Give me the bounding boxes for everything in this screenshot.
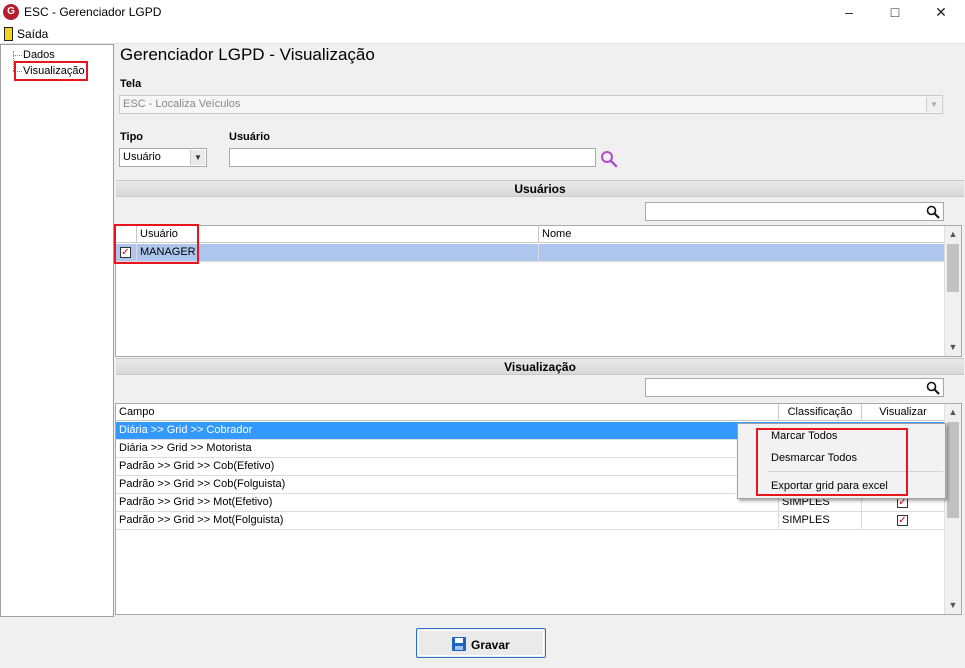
highlight-box bbox=[114, 224, 199, 264]
tree-item-dados[interactable]: Dados bbox=[23, 49, 55, 61]
cell-campo: Padrão >> Grid >> Cob(Efetivo) bbox=[116, 458, 779, 476]
menu-exit[interactable]: Saída bbox=[17, 27, 48, 41]
usuarios-search-input[interactable] bbox=[645, 202, 944, 221]
app-logo-icon: G bbox=[3, 4, 19, 20]
scroll-down-icon[interactable]: ▼ bbox=[945, 597, 961, 614]
visualizacao-search-input[interactable] bbox=[645, 378, 944, 397]
visualizacao-section-header: Visualização bbox=[116, 358, 964, 375]
search-icon[interactable] bbox=[926, 205, 940, 219]
vertical-scrollbar[interactable]: ▲ ▼ bbox=[944, 226, 961, 356]
window-title: ESC - Gerenciador LGPD bbox=[24, 5, 162, 19]
cell-campo: Padrão >> Grid >> Mot(Folguista) bbox=[116, 512, 779, 530]
scroll-up-icon[interactable]: ▲ bbox=[945, 226, 961, 243]
scroll-thumb[interactable] bbox=[947, 422, 959, 518]
usuarios-grid: Usuário Nome ✓ MANAGER ▲ ▼ bbox=[115, 225, 962, 357]
search-icon[interactable] bbox=[926, 381, 940, 395]
usuarios-section-header: Usuários bbox=[116, 180, 964, 197]
tela-label: Tela bbox=[120, 78, 142, 90]
page-title: Gerenciador LGPD - Visualização bbox=[120, 45, 375, 64]
tipo-select-value: Usuário bbox=[123, 151, 161, 163]
vertical-scrollbar[interactable]: ▲ ▼ bbox=[944, 404, 961, 614]
tree-item-visualizacao[interactable]: Visualização bbox=[23, 65, 85, 77]
cell-campo: Padrão >> Grid >> Mot(Efetivo) bbox=[116, 494, 779, 512]
search-icon[interactable] bbox=[600, 150, 618, 168]
checkbox[interactable]: ✓ bbox=[897, 515, 908, 526]
scroll-down-icon[interactable]: ▼ bbox=[945, 339, 961, 356]
cell-visualizar: ✓ bbox=[862, 512, 945, 530]
exit-door-icon bbox=[4, 27, 13, 41]
maximize-button[interactable]: □ bbox=[872, 0, 918, 25]
grid-header-classificacao[interactable]: Classificação bbox=[779, 404, 862, 421]
tela-select[interactable]: ESC - Localiza Veículos ▼ bbox=[119, 95, 943, 114]
cell-nome bbox=[539, 244, 945, 262]
grid-header-visualizar[interactable]: Visualizar bbox=[862, 404, 945, 421]
usuario-label: Usuário bbox=[229, 131, 270, 143]
table-row[interactable]: ✓ MANAGER bbox=[116, 244, 945, 262]
cell-campo: Diária >> Grid >> Motorista bbox=[116, 440, 779, 458]
tipo-label: Tipo bbox=[120, 131, 144, 143]
scroll-up-icon[interactable]: ▲ bbox=[945, 404, 961, 421]
grid-header-nome[interactable]: Nome bbox=[539, 226, 945, 243]
chevron-down-icon[interactable]: ▼ bbox=[190, 150, 205, 165]
title-bar: G ESC - Gerenciador LGPD – □ ✕ bbox=[0, 0, 965, 25]
tree-connector bbox=[13, 55, 22, 56]
minimize-button[interactable]: – bbox=[826, 0, 872, 25]
usuario-input[interactable] bbox=[229, 148, 596, 167]
cell-campo: Diária >> Grid >> Cobrador bbox=[116, 422, 779, 440]
floppy-disk-icon bbox=[452, 637, 466, 651]
tipo-select[interactable]: Usuário ▼ bbox=[119, 148, 207, 167]
table-row[interactable]: Padrão >> Grid >> Mot(Folguista) SIMPLES… bbox=[116, 512, 945, 530]
tela-select-value: ESC - Localiza Veículos bbox=[123, 98, 241, 110]
close-button[interactable]: ✕ bbox=[918, 0, 964, 25]
save-button[interactable]: Gravar bbox=[416, 628, 546, 658]
save-button-label: Gravar bbox=[471, 638, 510, 652]
grid-header-campo[interactable]: Campo bbox=[116, 404, 779, 421]
navigation-tree: Dados Visualização bbox=[0, 44, 114, 617]
highlight-box bbox=[756, 428, 908, 496]
cell-campo: Padrão >> Grid >> Cob(Folguista) bbox=[116, 476, 779, 494]
cell-classificacao: SIMPLES bbox=[779, 512, 862, 530]
scroll-thumb[interactable] bbox=[947, 244, 959, 292]
chevron-down-icon[interactable]: ▼ bbox=[926, 97, 941, 112]
menu-bar: Saída bbox=[0, 25, 965, 44]
